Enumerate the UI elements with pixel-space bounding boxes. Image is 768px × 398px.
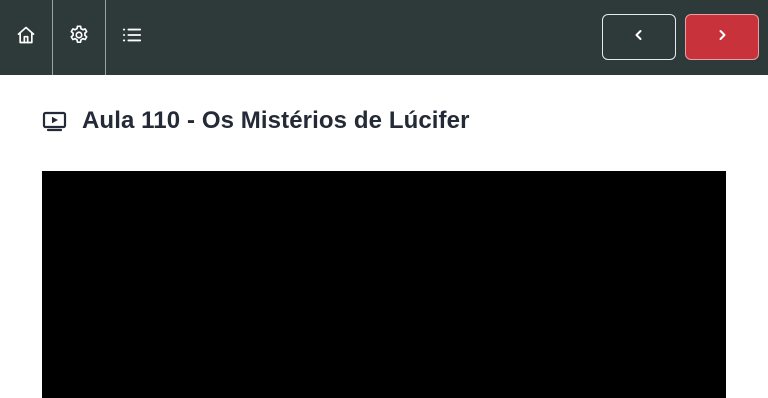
chevron-right-icon [716, 28, 728, 46]
gear-icon [68, 24, 90, 51]
lesson-list-button[interactable] [106, 0, 158, 75]
previous-lesson-button[interactable] [602, 14, 676, 60]
video-lesson-icon [42, 110, 68, 132]
settings-button[interactable] [53, 0, 105, 75]
chevron-left-icon [633, 28, 645, 46]
home-icon [16, 25, 36, 50]
list-icon [121, 25, 143, 50]
home-button[interactable] [0, 0, 52, 75]
top-navigation-bar [0, 0, 768, 75]
lesson-title: Aula 110 - Os Mistérios de Lúcifer [82, 107, 470, 134]
video-player[interactable] [42, 171, 726, 398]
lesson-header: Aula 110 - Os Mistérios de Lúcifer [42, 104, 470, 138]
next-lesson-button[interactable] [685, 14, 759, 60]
